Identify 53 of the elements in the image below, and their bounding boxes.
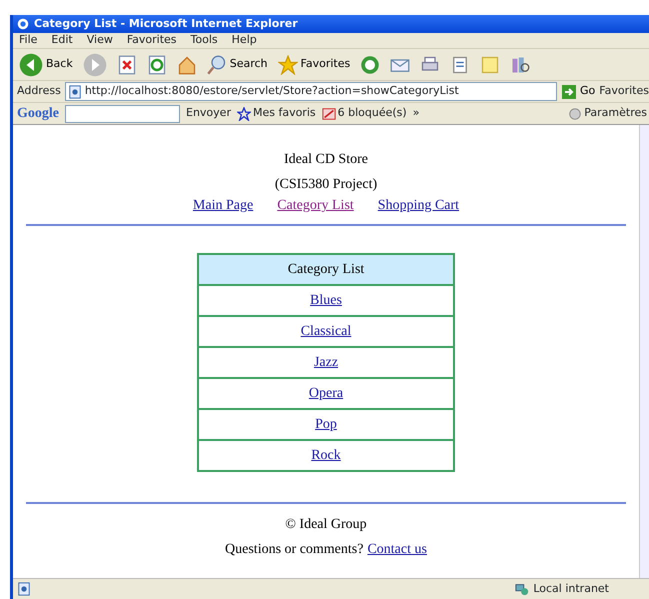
star-icon [236, 106, 251, 120]
category-link[interactable]: Opera [308, 386, 344, 401]
search-icon [206, 54, 227, 74]
page-subtitle: (CSI5380 Project) [274, 176, 378, 194]
popup-blocker-button[interactable]: 6 bloquée(s) [322, 105, 407, 122]
favorites-menu[interactable]: Mes favoris [236, 105, 316, 122]
menu-item[interactable]: File [19, 32, 38, 49]
page-icon [17, 582, 31, 596]
zone-label: Local intranet [533, 580, 610, 597]
window-title: Category List - Microsoft Internet Explorer [34, 16, 298, 32]
send-button[interactable]: Envoyer [186, 105, 231, 122]
books-icon [510, 54, 530, 74]
star-icon [278, 54, 298, 74]
back-arrow-button[interactable]: Back [17, 52, 75, 76]
menu-item[interactable]: View [86, 32, 113, 49]
copyright-text: © Ideal Group [285, 516, 367, 534]
address-label: Address [17, 83, 61, 100]
ie-logo-icon [16, 17, 30, 31]
more-button[interactable]: » [412, 105, 420, 122]
question-text: Questions or comments? [225, 541, 364, 559]
google-logo: Google [17, 105, 59, 123]
category-link[interactable]: Rock [311, 448, 341, 463]
blocked-icon [322, 106, 336, 120]
page-icon [68, 84, 82, 98]
stop-icon [116, 54, 137, 74]
nav-link[interactable]: Main Page [192, 195, 254, 216]
network-icon [515, 582, 530, 596]
nav-link[interactable]: Category List [277, 195, 354, 216]
circle-icon [568, 106, 582, 120]
home-icon [176, 54, 197, 74]
scrollbar[interactable] [639, 125, 649, 578]
category-link[interactable]: Blues [310, 293, 342, 308]
menu-item[interactable]: Help [232, 32, 257, 49]
category-link[interactable]: Jazz [314, 355, 338, 370]
links-label[interactable]: Favorites [599, 83, 649, 100]
category-link[interactable]: Pop [315, 417, 337, 432]
contact-link[interactable]: Contact us [367, 539, 427, 560]
nav-link[interactable]: Shopping Cart [378, 195, 460, 216]
search-button[interactable]: Search [204, 54, 270, 74]
table-header: Category List [198, 254, 454, 285]
category-link[interactable]: Classical [300, 324, 352, 339]
clock-icon [360, 54, 380, 74]
star-button[interactable]: Favorites [276, 54, 352, 74]
address-field[interactable]: http://localhost:8080/estore/servlet/Store?action=showCategoryList [64, 82, 558, 101]
menu-item[interactable]: Favorites [126, 32, 177, 49]
menu-item[interactable]: Tools [190, 32, 218, 49]
refresh-icon [146, 54, 167, 74]
page-title: Ideal CD Store [284, 151, 368, 169]
menu-item[interactable]: Edit [51, 32, 73, 49]
settings-button[interactable]: Paramètres [568, 105, 649, 122]
go-button[interactable]: Go [561, 83, 596, 100]
search-field[interactable] [65, 104, 180, 122]
note-icon [480, 54, 500, 74]
